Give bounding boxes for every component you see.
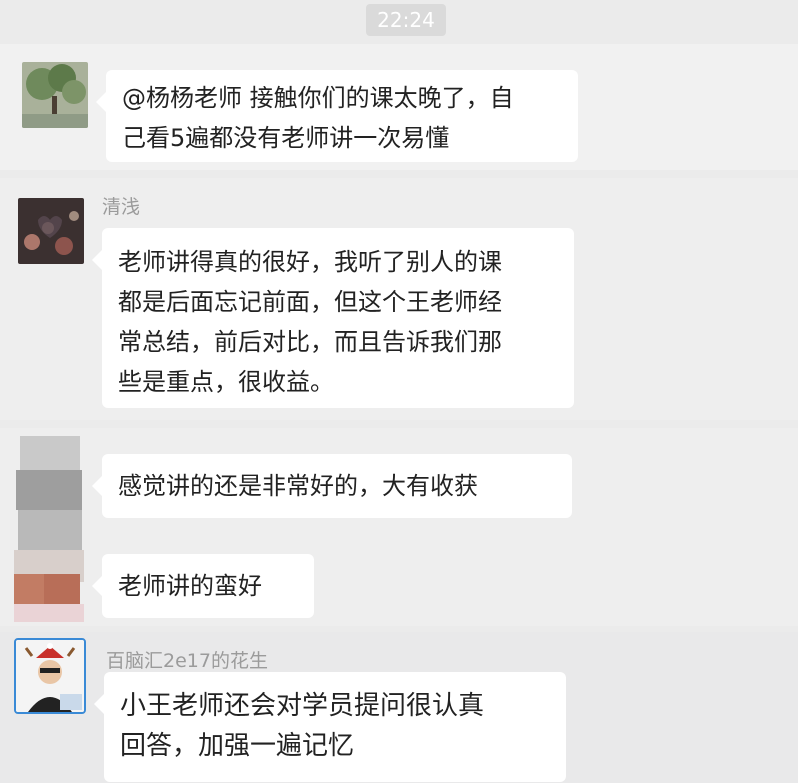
avatar[interactable] bbox=[18, 198, 84, 264]
message-row: 感觉讲的还是非常好的，大有收获 老师讲的蛮好 bbox=[0, 428, 798, 626]
avatar[interactable] bbox=[14, 638, 86, 714]
message-line: 老师讲得真的很好，我听了别人的课 bbox=[118, 248, 502, 276]
message-line: 都是后面忘记前面，但这个王老师经 bbox=[118, 288, 502, 316]
message-row: @杨杨老师 接触你们的课太晚了，自 己看5遍都没有老师讲一次易懂 bbox=[0, 44, 798, 170]
message-bubble: 感觉讲的还是非常好的，大有收获 bbox=[92, 454, 572, 518]
message-bubble: 老师讲得真的很好，我听了别人的课 都是后面忘记前面，但这个王老师经 常总结，前后… bbox=[92, 228, 574, 408]
avatar[interactable] bbox=[12, 436, 84, 622]
message-line: 己看5遍都没有老师讲一次易懂 bbox=[122, 124, 450, 152]
message-row: 百脑汇2e17的花生 小王老师还会对学员提问很认真 回答，加强一遍记忆 bbox=[0, 632, 798, 783]
message-line: 感觉讲的还是非常好的，大有收获 bbox=[118, 472, 478, 500]
avatar[interactable] bbox=[22, 62, 88, 128]
sender-name: 百脑汇2e17的花生 bbox=[106, 650, 268, 672]
message-bubble: @杨杨老师 接触你们的课太晚了，自 己看5遍都没有老师讲一次易懂 bbox=[96, 70, 578, 162]
message-line: 回答，加强一遍记忆 bbox=[120, 731, 355, 761]
message-line: 些是重点，很收益。 bbox=[118, 368, 334, 396]
chat-timestamp: 22:24 bbox=[366, 4, 446, 36]
message-row: 清浅 老师讲得真的很好，我听了别人的课 都是后面忘记前面，但这个王老师经 常总结… bbox=[0, 178, 798, 420]
message-line: 小王老师还会对学员提问很认真 bbox=[120, 691, 485, 721]
message-line: @杨杨老师 接触你们的课太晚了，自 bbox=[122, 84, 514, 112]
message-bubble: 小王老师还会对学员提问很认真 回答，加强一遍记忆 bbox=[94, 672, 566, 782]
message-line: 常总结，前后对比，而且告诉我们那 bbox=[118, 328, 502, 356]
message-line: 老师讲的蛮好 bbox=[118, 572, 262, 600]
sender-name: 清浅 bbox=[102, 196, 141, 218]
message-bubble: 老师讲的蛮好 bbox=[92, 554, 314, 618]
